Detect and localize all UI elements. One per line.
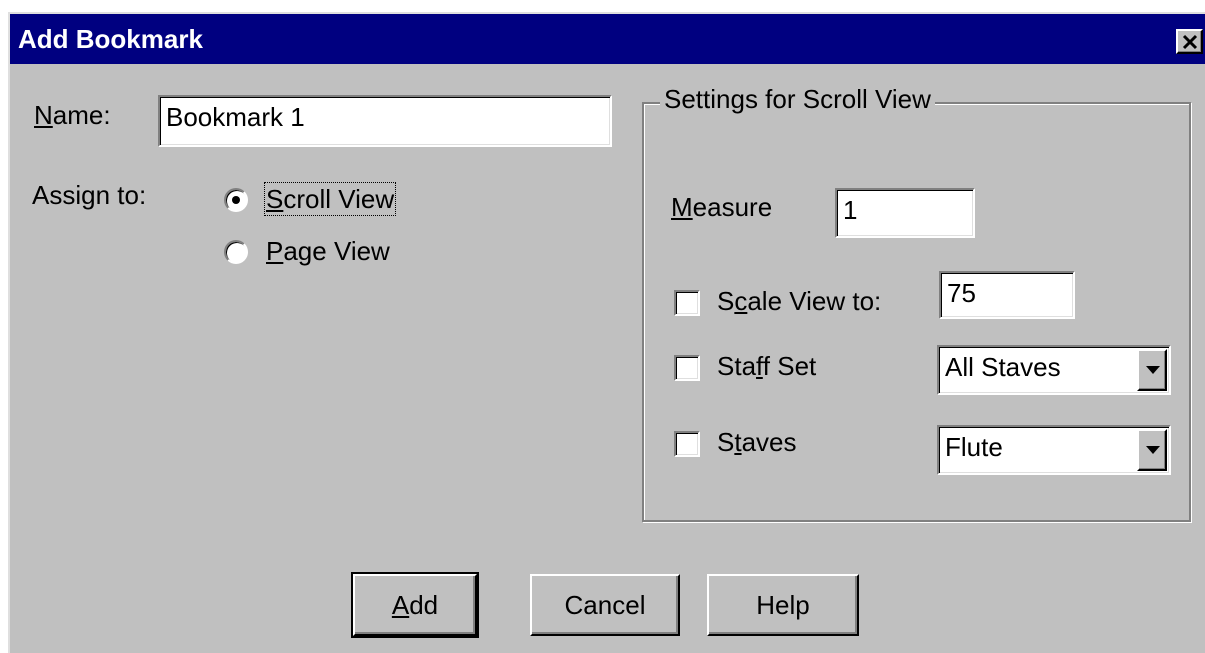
scale-view-pre: S [717,286,735,316]
scroll-view-radio[interactable] [224,188,248,212]
staff-set-rest: f Set [762,351,817,381]
staff-set-accel: f [756,351,763,381]
staff-set-dropdown[interactable]: All Staves [937,345,1171,395]
name-label-rest: ame: [52,100,111,130]
add-button-rest: dd [409,590,439,620]
scale-view-input[interactable]: 75 [939,271,1075,319]
scroll-view-label[interactable]: Scroll View [263,182,397,216]
staves-dropdown-button[interactable] [1137,429,1167,471]
scroll-view-rest: croll View [283,184,395,214]
settings-group-title: Settings for Scroll View [660,84,935,114]
cancel-button[interactable]: Cancel [530,574,680,636]
page-view-radio[interactable] [224,240,248,264]
name-label: Name: [34,100,111,130]
name-label-accel: N [34,100,53,130]
add-bookmark-dialog: Add Bookmark Name: Bookmark 1 Assign to:… [8,12,1205,653]
measure-input[interactable]: 1 [835,188,975,238]
radio-selected-dot [232,196,240,204]
staff-set-selected: All Staves [945,352,1061,382]
staff-set-label[interactable]: Staff Set [717,351,816,381]
chevron-down-icon [1146,366,1160,374]
scale-view-input-value: 75 [947,278,976,308]
help-button[interactable]: Help [707,574,859,636]
title-bar[interactable]: Add Bookmark [10,14,1205,64]
staves-dropdown[interactable]: Flute [937,425,1171,475]
measure-label: Measure [671,192,772,222]
name-input-value: Bookmark 1 [166,102,305,132]
add-button-accel: A [391,590,410,620]
staves-checkbox[interactable] [674,431,700,457]
scale-view-rest: ale View to: [747,286,882,316]
staff-set-pre: Sta [717,351,757,381]
scroll-view-accel: S [266,184,284,214]
staves-accel: t [734,427,742,457]
page-view-label[interactable]: Page View [266,236,390,266]
name-input[interactable]: Bookmark 1 [158,95,612,147]
measure-input-value: 1 [843,195,858,225]
staves-pre: S [717,427,735,457]
add-button[interactable]: Add [351,572,479,638]
staves-rest: aves [741,427,797,457]
measure-accel: M [671,192,693,222]
scale-view-label[interactable]: Scale View to: [717,286,881,316]
scale-view-checkbox[interactable] [674,290,700,316]
page-view-rest: age View [283,236,390,266]
staff-set-checkbox[interactable] [674,355,700,381]
close-button[interactable] [1176,29,1203,54]
scale-view-accel: c [734,286,748,316]
measure-rest: easure [692,192,773,222]
assign-to-label: Assign to: [32,180,147,210]
staff-set-dropdown-button[interactable] [1137,349,1167,391]
staves-label[interactable]: Staves [717,427,797,457]
chevron-down-icon [1146,446,1160,454]
dialog-title: Add Bookmark [18,24,203,54]
staves-selected: Flute [945,432,1003,462]
page-view-accel: P [266,236,284,266]
close-icon [1182,34,1198,50]
